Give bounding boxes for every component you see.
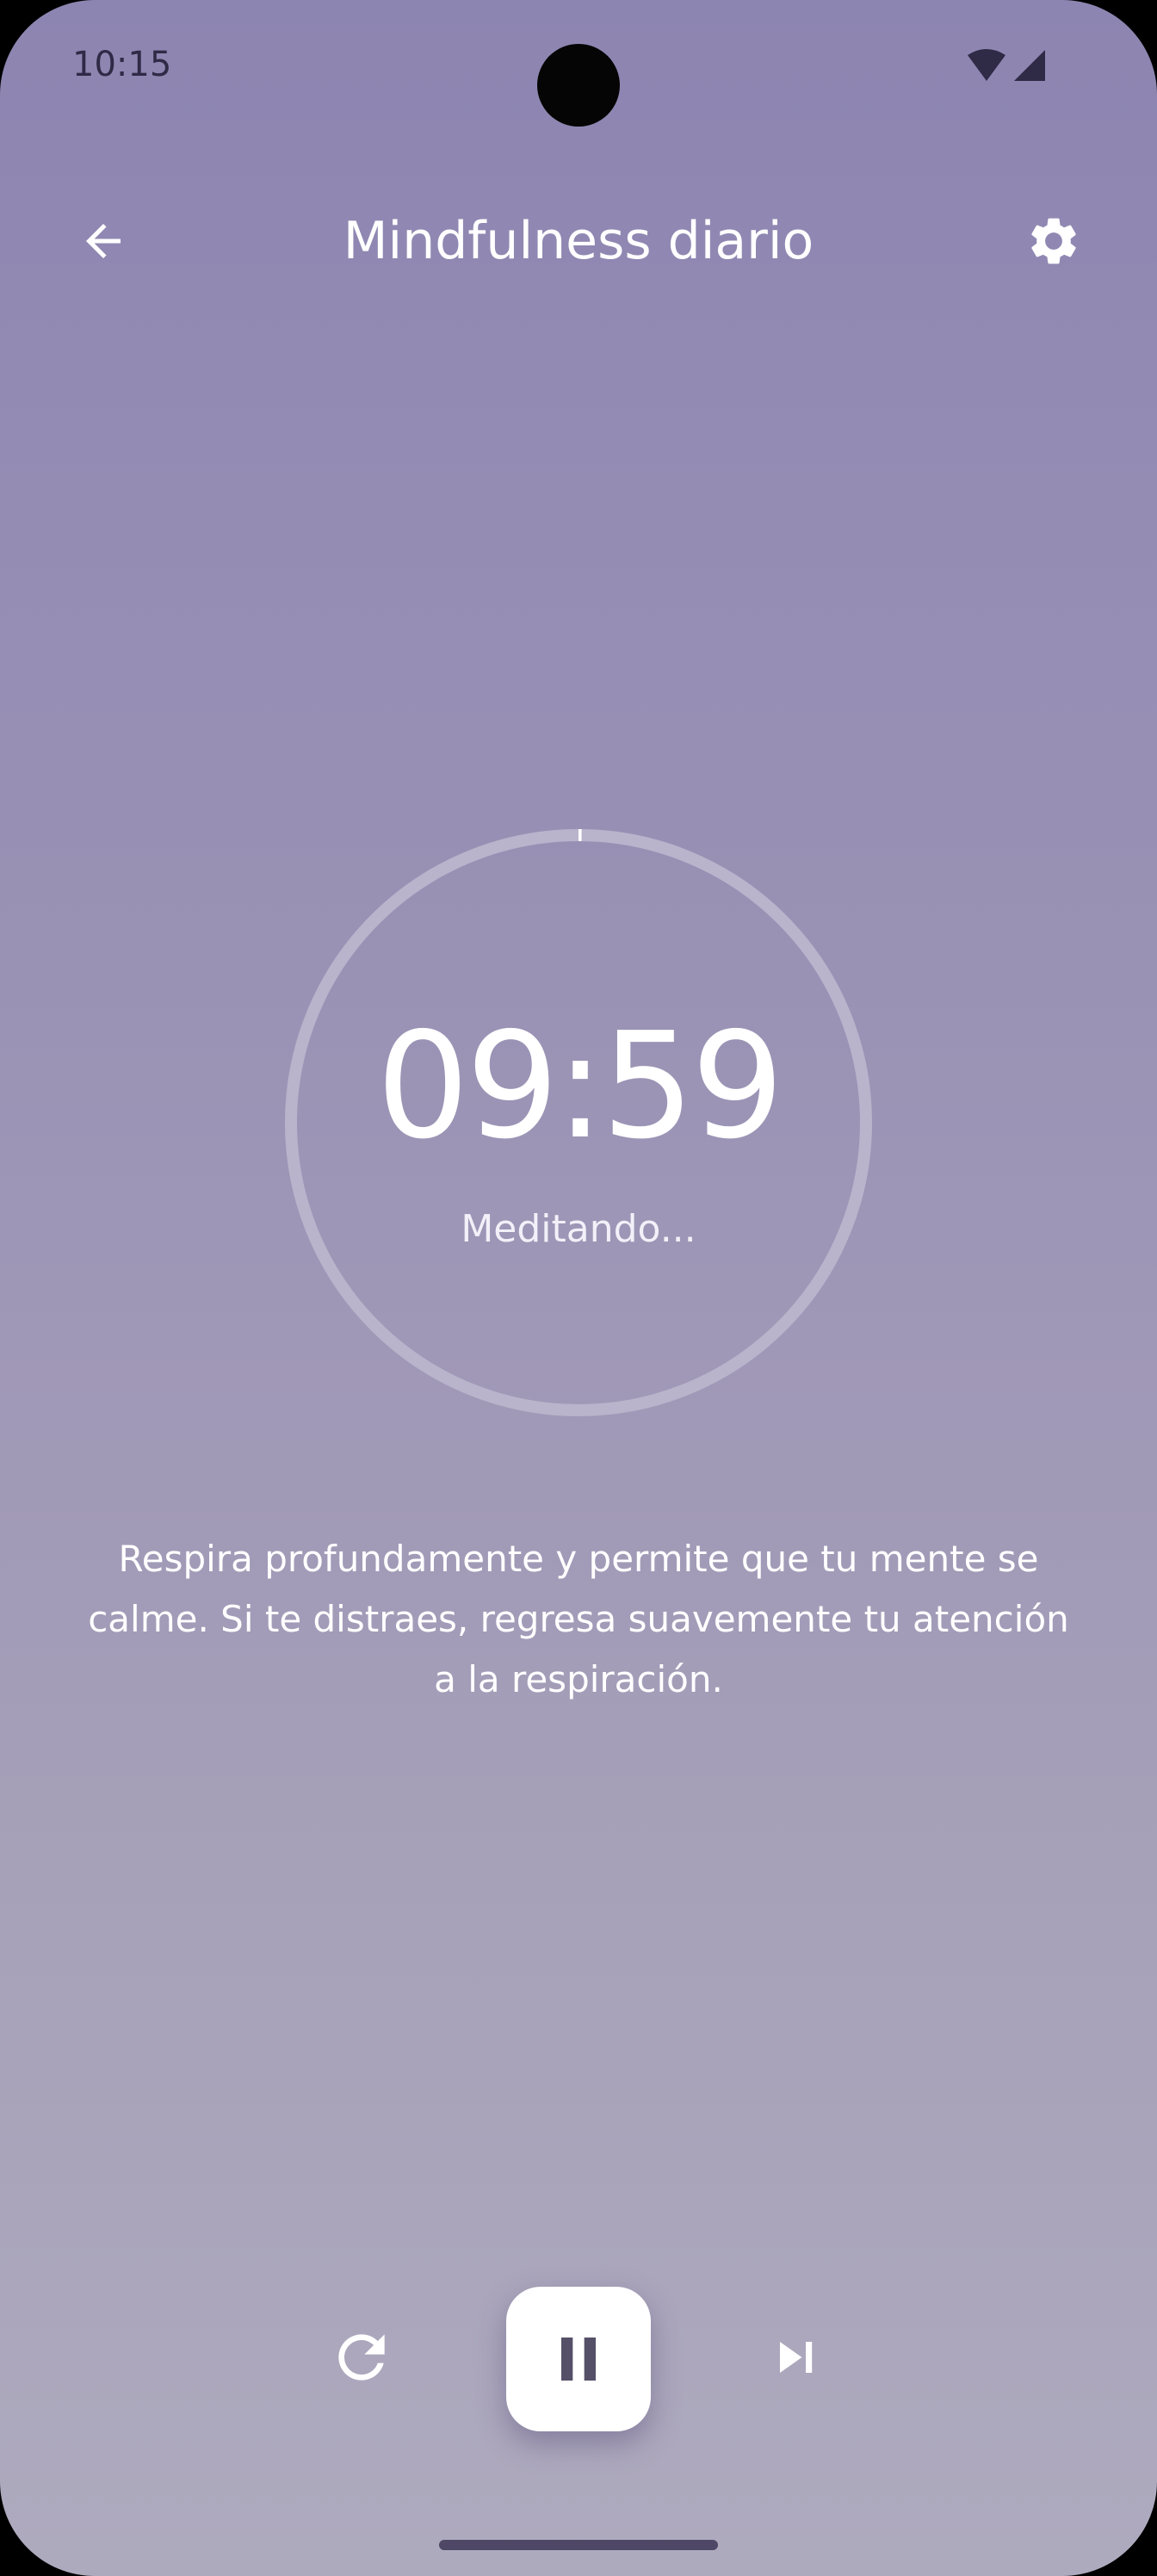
app-bar: Mindfulness diario: [0, 189, 1157, 293]
pause-icon: [561, 2338, 596, 2381]
screen: 10:15 Mindfulness diario 09:59 Meditando…: [0, 0, 1157, 2576]
instructions-text: Respira profundamente y permite que tu m…: [0, 1529, 1157, 1710]
status-bar: 10:15: [0, 0, 1157, 138]
restart-icon: [338, 2334, 385, 2381]
gear-icon: [1031, 218, 1076, 264]
cell-signal-icon: [1014, 50, 1045, 81]
timer-ring: 09:59 Meditando...: [284, 828, 873, 1417]
restart-button[interactable]: [319, 2314, 405, 2400]
camera-cutout: [537, 44, 620, 127]
instructions-line-1: Respira profundamente y permite que tu m…: [118, 1538, 1039, 1580]
status-time: 10:15: [72, 45, 172, 84]
timer-value: 09:59: [376, 1001, 784, 1172]
instructions-line-3: a la respiración.: [434, 1658, 723, 1700]
instructions-line-2: calme. Si te distraes, regresa suavement…: [88, 1598, 1069, 1640]
skip-next-button[interactable]: [752, 2314, 838, 2400]
settings-button[interactable]: [1012, 200, 1095, 282]
status-icons: [966, 48, 1049, 86]
page-title: Mindfulness diario: [343, 211, 814, 271]
pause-button[interactable]: [506, 2287, 651, 2431]
playback-controls: [0, 2287, 1157, 2433]
timer-status: Meditando...: [461, 1207, 696, 1251]
wifi-icon: [968, 49, 1005, 81]
home-indicator[interactable]: [439, 2540, 718, 2550]
skip-next-icon: [780, 2342, 813, 2373]
